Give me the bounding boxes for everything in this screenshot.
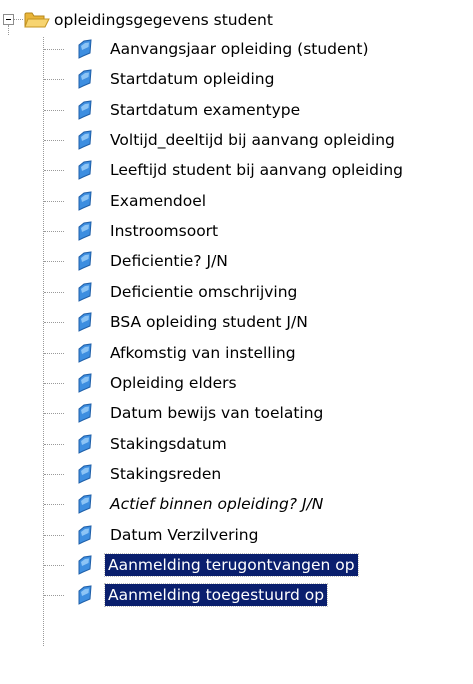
tree-item-label: Deficientie omschrijving (110, 283, 298, 301)
tree-connector-branch (44, 535, 64, 536)
tree-item[interactable]: Aanmelding terugontvangen op (0, 553, 473, 577)
tree-connector-branch (44, 413, 64, 414)
tree-connector-branch (44, 595, 64, 596)
blue-flag-icon (78, 282, 92, 302)
tree-item[interactable]: Startdatum examentype (0, 98, 473, 122)
tree-item-label: Startdatum examentype (110, 101, 301, 119)
tree-item[interactable]: Instroomsoort (0, 219, 473, 243)
tree-item-label: Datum bewijs van toelating (110, 404, 324, 422)
blue-flag-icon (78, 434, 92, 454)
tree-item[interactable]: Examendoel (0, 189, 473, 213)
collapse-toggle-icon[interactable] (3, 14, 14, 25)
tree-connector-branch (44, 170, 64, 171)
tree-connector-branch (44, 292, 64, 293)
tree-item[interactable]: Leeftijd student bij aanvang opleiding (0, 158, 473, 182)
blue-flag-icon (78, 251, 92, 271)
tree-item-label: Actief binnen opleiding? J/N (110, 495, 324, 513)
tree-item[interactable]: Stakingsdatum (0, 432, 473, 456)
tree-connector-branch (44, 322, 64, 323)
blue-flag-icon (78, 343, 92, 363)
tree-connector-branch (44, 474, 64, 475)
tree-item-label: Voltijd_deeltijd bij aanvang opleiding (110, 131, 395, 149)
tree-connector-branch (44, 504, 64, 505)
tree-item-label: BSA opleiding student J/N (110, 313, 308, 331)
tree-node-label: opleidingsgegevens student (54, 11, 273, 29)
tree-connector-branch (44, 110, 64, 111)
tree-item[interactable]: Voltijd_deeltijd bij aanvang opleiding (0, 128, 473, 152)
tree-connector-branch (44, 140, 64, 141)
tree-connector-branch (44, 565, 64, 566)
blue-flag-icon (78, 130, 92, 150)
tree-connector-branch (44, 353, 64, 354)
tree-node-opleidingsgegevens-student[interactable]: opleidingsgegevens student (0, 9, 473, 35)
tree-item-label: Startdatum opleiding (110, 70, 275, 88)
tree-item[interactable]: Startdatum opleiding (0, 67, 473, 91)
blue-flag-icon (78, 464, 92, 484)
tree-connector-branch (44, 231, 64, 232)
tree-item-label: Examendoel (110, 192, 207, 210)
open-folder-icon (24, 12, 50, 28)
tree-item[interactable]: BSA opleiding student J/N (0, 310, 473, 334)
tree-connector-branch (44, 383, 64, 384)
tree-item[interactable]: Datum Verzilvering (0, 523, 473, 547)
blue-flag-icon (78, 494, 92, 514)
tree-item-label: Aanmelding terugontvangen op (104, 553, 359, 577)
tree-item[interactable]: Deficientie omschrijving (0, 280, 473, 304)
tree-item[interactable]: Afkomstig van instelling (0, 341, 473, 365)
tree-item-label: Opleiding elders (110, 374, 237, 392)
blue-flag-icon (78, 555, 92, 575)
tree-item[interactable]: Actief binnen opleiding? J/N (0, 492, 473, 516)
tree-connector-branch (44, 201, 64, 202)
tree-item-label: Afkomstig van instelling (110, 344, 296, 362)
tree-item-label: Stakingsdatum (110, 435, 227, 453)
tree-item-label: Datum Verzilvering (110, 526, 259, 544)
tree-item[interactable]: Aanvangsjaar opleiding (student) (0, 37, 473, 61)
tree-connector-branch (14, 19, 23, 20)
blue-flag-icon (78, 373, 92, 393)
tree-connector-branch (44, 444, 64, 445)
blue-flag-icon (78, 191, 92, 211)
tree-item-label: Stakingsreden (110, 465, 222, 483)
tree-item-label: Instroomsoort (110, 222, 219, 240)
tree-item[interactable]: Aanmelding toegestuurd op (0, 583, 473, 607)
tree-item-label: Leeftijd student bij aanvang opleiding (110, 161, 403, 179)
tree-item-label: Deficientie? J/N (110, 252, 228, 270)
blue-flag-icon (78, 160, 92, 180)
tree-item[interactable]: Opleiding elders (0, 371, 473, 395)
tree-view[interactable]: opleidingsgegevens student Aanvangsjaar … (0, 0, 473, 684)
blue-flag-icon (78, 312, 92, 332)
tree-connector-branch (44, 79, 64, 80)
blue-flag-icon (78, 525, 92, 545)
blue-flag-icon (78, 403, 92, 423)
tree-item-label: Aanvangsjaar opleiding (student) (110, 40, 369, 58)
blue-flag-icon (78, 100, 92, 120)
tree-connector-stem (8, 25, 9, 35)
blue-flag-icon (78, 221, 92, 241)
blue-flag-icon (78, 39, 92, 59)
blue-flag-icon (78, 69, 92, 89)
blue-flag-icon (78, 585, 92, 605)
tree-connector-branch (44, 49, 64, 50)
tree-item[interactable]: Deficientie? J/N (0, 249, 473, 273)
tree-item[interactable]: Stakingsreden (0, 462, 473, 486)
tree-item-label: Aanmelding toegestuurd op (103, 583, 329, 607)
tree-connector-branch (44, 261, 64, 262)
tree-item[interactable]: Datum bewijs van toelating (0, 401, 473, 425)
